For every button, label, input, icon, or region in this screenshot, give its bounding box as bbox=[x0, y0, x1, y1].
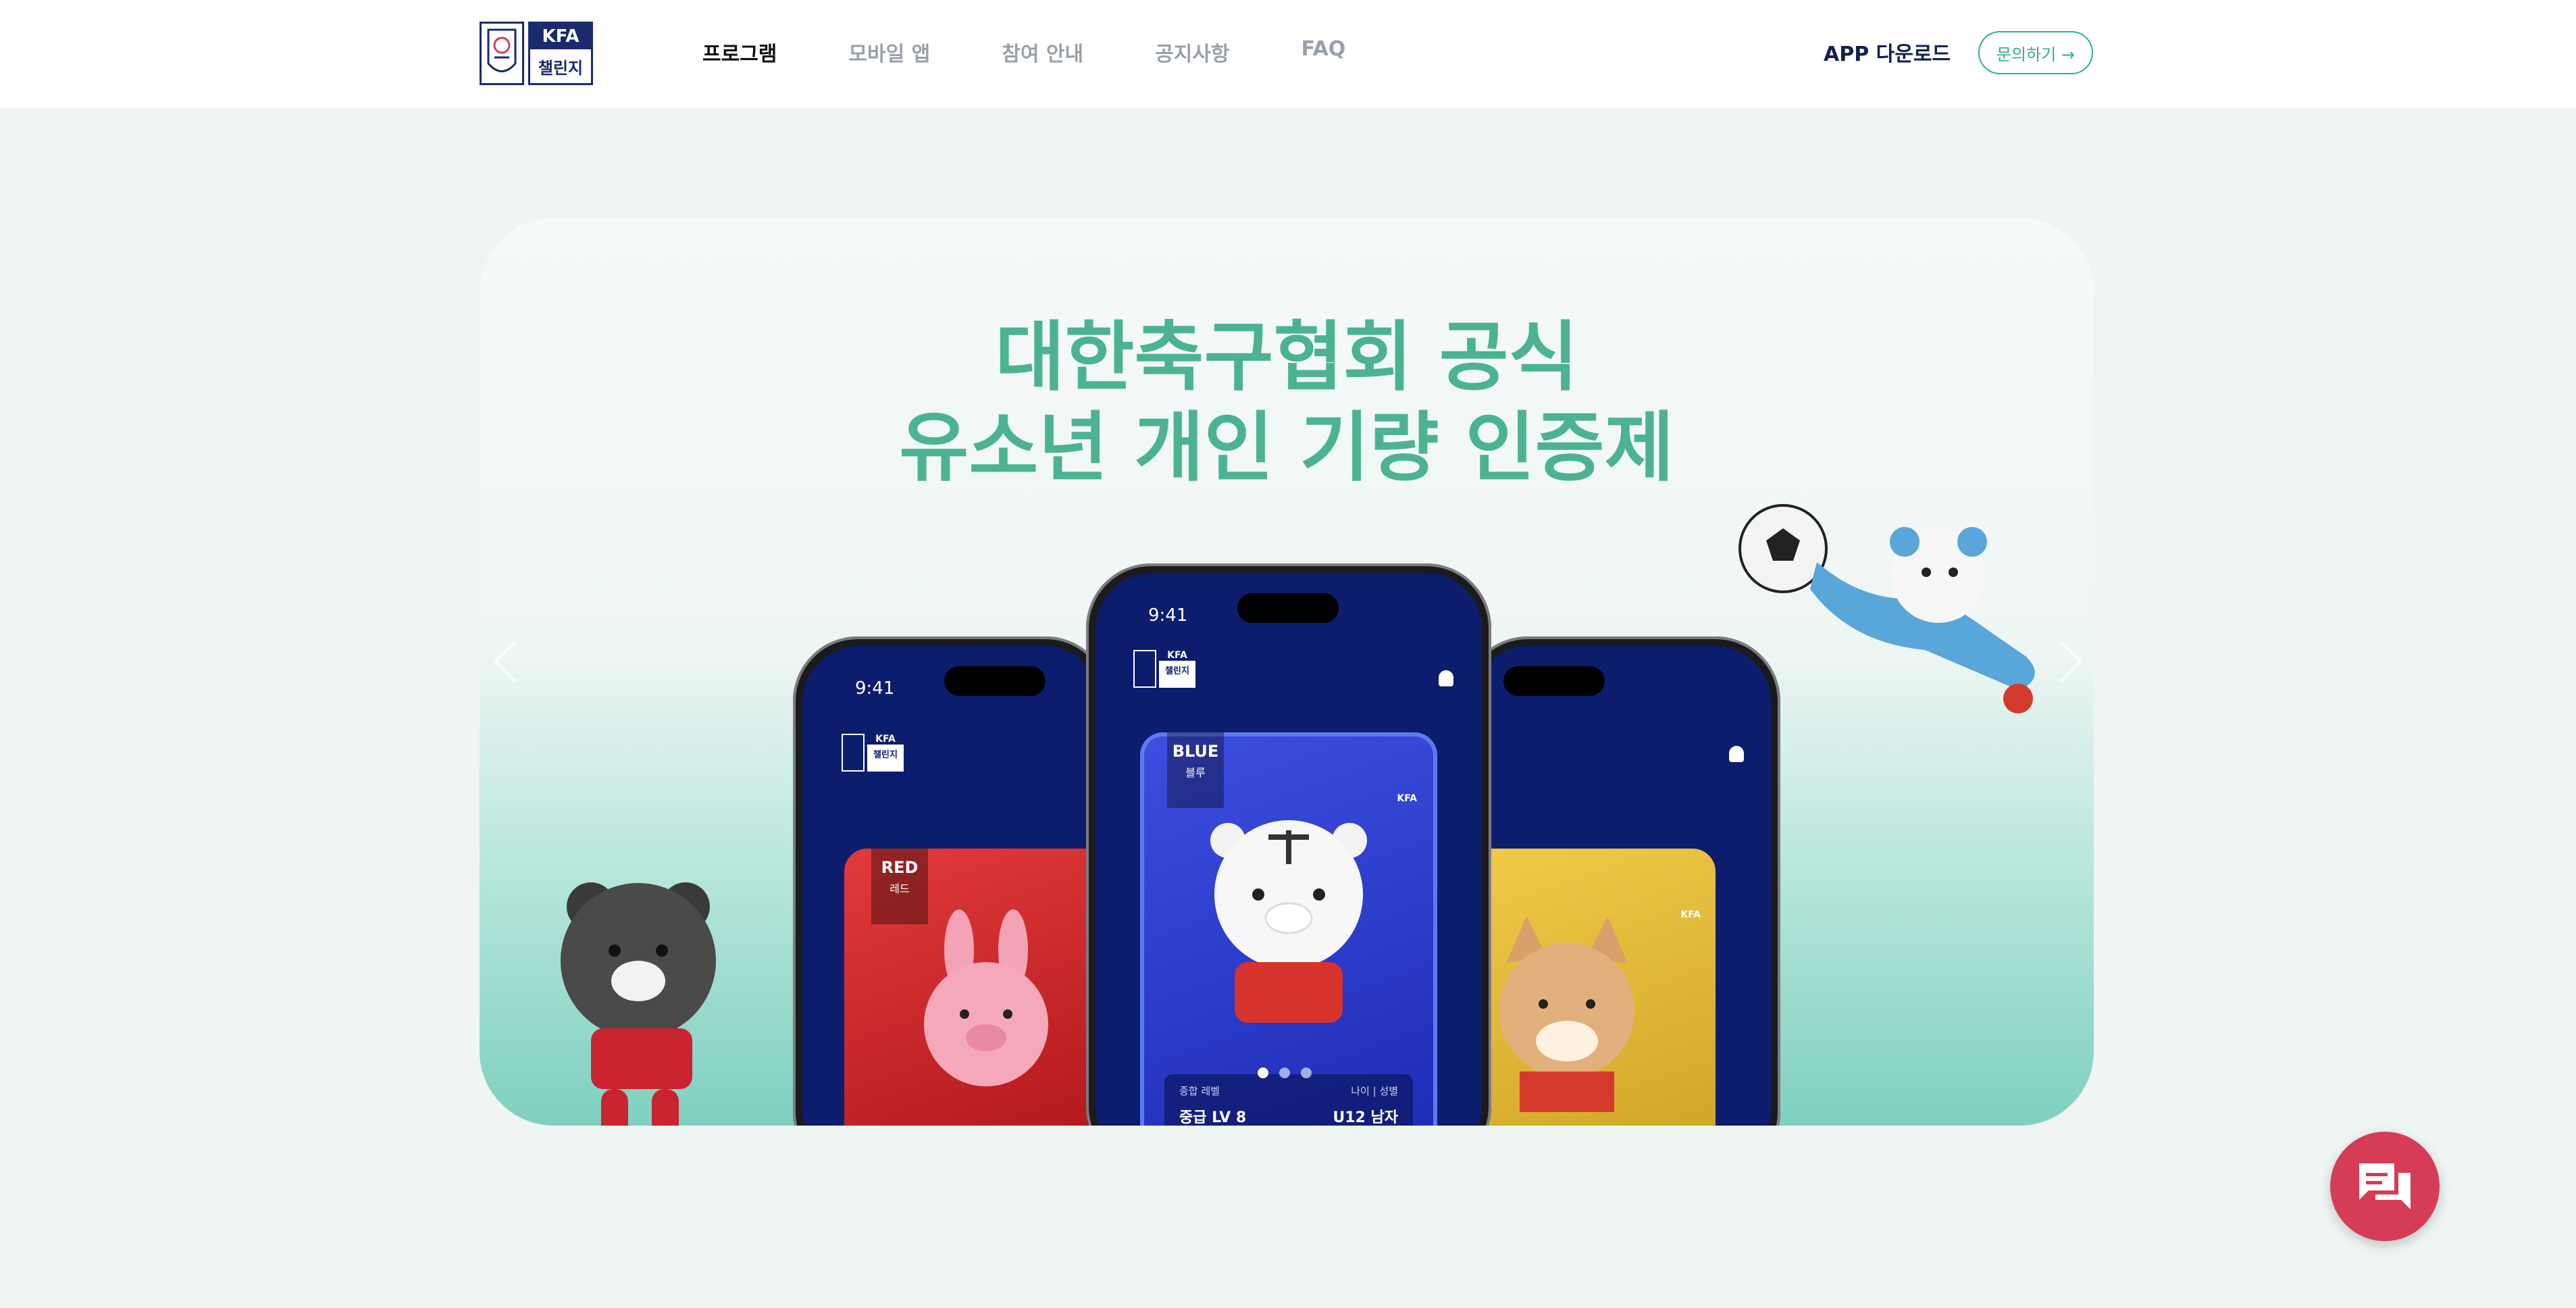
phone-left-app-logo: KFA 챌린지 bbox=[842, 734, 904, 772]
mini-kfa-text: KFA bbox=[1159, 650, 1195, 661]
card-badge: BLUE 블루 bbox=[1167, 732, 1224, 808]
hero-title-line1: 대한축구협회 공식 bbox=[995, 313, 1578, 401]
carousel-dots bbox=[1258, 1067, 1322, 1078]
pink-rabbit-mascot-icon bbox=[924, 909, 1048, 1086]
mini-wordmark: KFA 챌린지 bbox=[1159, 650, 1195, 688]
carousel-dot-2[interactable] bbox=[1279, 1067, 1290, 1078]
app-download-link[interactable]: APP 다운로드 bbox=[1824, 37, 1951, 67]
phone-left: 9:41 KFA 챌린지 RED 레드 bbox=[793, 636, 1110, 1126]
phone-left-time: 9:41 bbox=[855, 678, 895, 699]
white-tiger-mascot-icon bbox=[1210, 820, 1367, 1023]
logo-kfa-text: KFA bbox=[530, 24, 591, 49]
phone-right-screen: D KFA bbox=[1472, 646, 1771, 1126]
level-label: 종합 레벨 bbox=[1179, 1085, 1220, 1097]
mini-challenge-text: 챌린지 bbox=[1165, 666, 1189, 676]
dynamic-island bbox=[1237, 593, 1339, 623]
phone-center-time: 9:41 bbox=[1148, 605, 1188, 626]
badge-label: RED bbox=[881, 858, 919, 877]
carousel-dot-3[interactable] bbox=[1301, 1067, 1312, 1078]
red-level-card: RED 레드 bbox=[844, 849, 1101, 1126]
flying-goalkeeper-mascot-icon bbox=[1738, 504, 2035, 713]
card-level-info: 종합 레벨 중급 LV 8 나이 | 성별 U12 남자 bbox=[1164, 1074, 1413, 1126]
logo-challenge-text: 챌린지 bbox=[538, 58, 584, 78]
black-bear-mascot-icon bbox=[561, 882, 716, 1126]
blue-level-card: BLUE 블루 KFA 종합 레벨 중급 LV 8 나이 | 성별 U12 남자 bbox=[1140, 732, 1437, 1126]
nav-item-notices[interactable]: 공지사항 bbox=[1155, 37, 1229, 67]
kfa-challenge-logo[interactable]: KFA 챌린지 bbox=[480, 20, 596, 86]
phone-center: 9:41 KFA 챌린지 BLUE 블루 KFA 종합 레벨 중급 LV 8 나… bbox=[1086, 563, 1491, 1126]
badge-sublabel: 블루 bbox=[1185, 766, 1206, 779]
mini-shield-icon bbox=[842, 734, 865, 772]
card-kfa-emblem: KFA bbox=[1680, 909, 1701, 920]
level-value: 중급 LV 8 bbox=[1179, 1109, 1247, 1126]
phone-right: D KFA bbox=[1463, 636, 1780, 1126]
contact-button[interactable]: 문의하기 → bbox=[1978, 31, 2093, 74]
hero-title: 대한축구협회 공식 유소년 개인 기량 인증제 bbox=[480, 312, 2094, 493]
hero-banner: 대한축구협회 공식 유소년 개인 기량 인증제 9:41 KFA 챌린지 RED… bbox=[480, 218, 2094, 1126]
logo-wordmark: KFA 챌린지 bbox=[528, 22, 593, 85]
shiba-dog-mascot-icon bbox=[1499, 916, 1634, 1112]
chat-support-button[interactable] bbox=[2330, 1132, 2440, 1241]
site-header: KFA 챌린지 프로그램 모바일 앱 참여 안내 공지사항 FAQ APP 다운… bbox=[0, 0, 2576, 108]
card-kfa-emblem: KFA bbox=[1397, 793, 1417, 804]
mini-shield-icon bbox=[1133, 650, 1156, 688]
main-nav: 프로그램 모바일 앱 참여 안내 공지사항 FAQ bbox=[702, 37, 1417, 67]
phone-center-app-logo: KFA 챌린지 bbox=[1133, 650, 1195, 688]
gold-level-card: D KFA bbox=[1472, 849, 1716, 1126]
phone-center-screen: 9:41 KFA 챌린지 BLUE 블루 KFA 종합 레벨 중급 LV 8 나… bbox=[1096, 573, 1482, 1126]
bell-icon[interactable] bbox=[1439, 670, 1453, 686]
mini-kfa-text: KFA bbox=[867, 734, 904, 745]
age-gender-label: 나이 | 성별 bbox=[1351, 1085, 1398, 1097]
phone-left-screen: 9:41 KFA 챌린지 RED 레드 bbox=[802, 646, 1101, 1126]
carousel-dot-1[interactable] bbox=[1258, 1067, 1268, 1078]
nav-item-mobile-app[interactable]: 모바일 앱 bbox=[848, 37, 930, 67]
mini-wordmark: KFA 챌린지 bbox=[867, 734, 904, 772]
chat-bubbles-icon bbox=[2359, 1163, 2411, 1209]
nav-item-participation-guide[interactable]: 참여 안내 bbox=[1002, 37, 1083, 67]
age-gender-value: U12 남자 bbox=[1333, 1109, 1398, 1126]
carousel-prev-chevron-left-icon[interactable] bbox=[493, 640, 536, 683]
nav-item-faq[interactable]: FAQ bbox=[1302, 37, 1346, 67]
tiger-shield-icon bbox=[480, 22, 524, 85]
dynamic-island bbox=[1503, 666, 1605, 696]
nav-item-program[interactable]: 프로그램 bbox=[702, 37, 777, 67]
mini-challenge-text: 챌린지 bbox=[873, 750, 898, 760]
badge-sublabel: 레드 bbox=[890, 882, 910, 895]
badge-label: BLUE bbox=[1172, 742, 1219, 761]
dynamic-island bbox=[944, 666, 1046, 696]
hero-title-line2: 유소년 개인 기량 인증제 bbox=[899, 404, 1674, 492]
